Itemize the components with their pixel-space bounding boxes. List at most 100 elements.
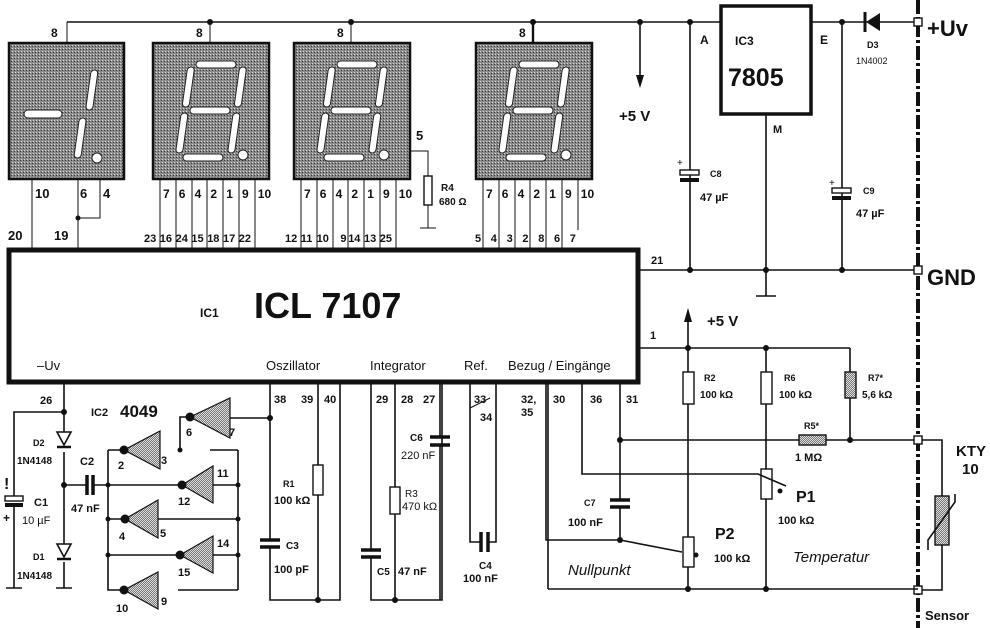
- p2-value: 100 kΩ: [714, 553, 751, 565]
- ic1-pin: 40: [324, 394, 336, 406]
- resistor-r6: [760, 371, 773, 405]
- plus-sign: +: [677, 158, 683, 169]
- nullpunkt-label: Nullpunkt: [568, 562, 631, 579]
- c4-value: 100 nF: [463, 573, 498, 585]
- c6-ref: C6: [410, 433, 423, 444]
- ic2-pin: 12: [178, 496, 190, 508]
- display-1-pin: 4: [103, 186, 111, 201]
- ic2-pin: 14: [217, 538, 230, 550]
- display-1-pin: 10: [35, 186, 49, 201]
- plus5v-label: +5 V: [619, 108, 650, 125]
- p2-ref: P2: [715, 526, 735, 543]
- d3-value: 1N4002: [856, 56, 888, 66]
- display-1-common-pin: 8: [51, 26, 58, 40]
- ic1-pin-label: 11: [301, 233, 313, 245]
- ic2-pin: 9: [161, 596, 167, 608]
- display-pin-label: 4: [336, 187, 343, 201]
- ic2-pin: 11: [217, 468, 229, 480]
- d2-ref: D2: [33, 438, 45, 448]
- ic1-pin-label: 15: [191, 233, 203, 245]
- c9-plate: [831, 187, 852, 194]
- display-pin-label: 1: [367, 187, 374, 201]
- kty-ref: KTY: [956, 443, 986, 460]
- c2-value: 47 nF: [71, 503, 100, 515]
- ic1-name: ICL 7107: [254, 285, 401, 326]
- display-pin-label: 2: [351, 187, 358, 201]
- display-pin-label: 6: [502, 187, 509, 201]
- c7-ref: C7: [584, 498, 596, 508]
- ic1-pin: 32,: [521, 394, 536, 406]
- ic2-pin: 6: [186, 427, 192, 439]
- r5-value: 1 MΩ: [795, 452, 822, 464]
- r1-value: 100 kΩ: [274, 495, 311, 507]
- ic1-pin: 27: [423, 394, 435, 406]
- kty-value: 10: [962, 461, 979, 478]
- display-pin-label: 4: [195, 187, 202, 201]
- ic3-in-pin: E: [820, 33, 828, 47]
- junction: [315, 597, 321, 603]
- ic1-pin-label: 16: [160, 233, 172, 245]
- r6-value: 100 kΩ: [779, 390, 812, 401]
- r4-ref: R4: [441, 183, 454, 194]
- diode-d1: [55, 543, 73, 561]
- arrow-up-icon: [684, 308, 692, 322]
- ic3-out-pin: A: [700, 33, 709, 47]
- bezug-eingaenge-label: Bezug / Eingänge: [508, 358, 611, 373]
- inverter-gates: [119, 397, 231, 611]
- ic2-pin: 4: [119, 531, 126, 543]
- r7-ref: R7*: [868, 373, 884, 383]
- resistor-r3: [389, 486, 401, 515]
- ic1-pin-label: 14: [348, 233, 361, 245]
- ic1-pin: 30: [553, 394, 565, 406]
- ic1-pin-label: 10: [317, 233, 329, 245]
- ic1-neg-supply-label: –Uv: [37, 358, 61, 373]
- display-pin-label: 6: [320, 187, 327, 201]
- ic1-pin: 21: [651, 255, 663, 267]
- p2-wiper: [693, 552, 699, 558]
- junction: [61, 482, 67, 488]
- display-pin-label: 10: [399, 187, 413, 201]
- ic1-pin-label: 3: [507, 233, 513, 245]
- r2-ref: R2: [704, 373, 716, 383]
- r7-value: 5,6 kΩ: [862, 390, 892, 401]
- diode-d3: [863, 12, 880, 32]
- display-pin-labels: 7 6 4 2 1 9 1023 16 24 15 18 17 227 6 4 2 1 9 1012 11 10 9 14 1…: [144, 187, 594, 245]
- capacitor-c6: [430, 435, 450, 447]
- display-pin-label: 4: [518, 187, 525, 201]
- c1-ref: C1: [34, 497, 48, 509]
- ic2-pin: 5: [160, 528, 166, 540]
- ic1-pin: 35: [521, 407, 533, 419]
- p1-ref: P1: [796, 489, 816, 506]
- oszillator-label: Oszillator: [266, 358, 321, 373]
- r4-value: 680 Ω: [439, 197, 466, 208]
- display-pin-label: 9: [383, 187, 390, 201]
- c8-ref: C8: [710, 169, 722, 179]
- ic1-pin-label: 13: [364, 233, 376, 245]
- c2-ref: C2: [80, 456, 94, 468]
- potentiometer-p1: [760, 468, 773, 500]
- ic1-pin-label: 8: [538, 233, 544, 245]
- ic3-body: [719, 4, 813, 116]
- integrator-label: Integrator: [370, 358, 426, 373]
- ic1-pin: 28: [401, 394, 413, 406]
- c1-plate: [4, 495, 24, 502]
- ic2-pin: 15: [178, 567, 190, 579]
- ic2-pin: 10: [116, 603, 128, 615]
- ic1-pin: 19: [54, 228, 68, 243]
- ic3-name: 7805: [728, 64, 784, 92]
- ic3-ref: IC3: [735, 34, 754, 48]
- p1-wiper: [777, 488, 783, 494]
- ic1-pin-label: 2: [522, 233, 528, 245]
- d3-ref: D3: [867, 40, 879, 50]
- ic1-pin: 36: [590, 394, 602, 406]
- ic1-pin: 1: [650, 330, 656, 342]
- ic1-pin-label: 17: [223, 233, 235, 245]
- d2-value: 1N4148: [17, 456, 52, 467]
- diode-d2: [55, 431, 73, 449]
- ic1-pin: 26: [40, 395, 52, 407]
- d1-ref: D1: [33, 552, 45, 562]
- ic1-pin-label: 4: [491, 233, 498, 245]
- ic1-pin: 20: [8, 228, 22, 243]
- c5-value: 47 nF: [398, 566, 427, 578]
- c3-ref: C3: [286, 541, 299, 552]
